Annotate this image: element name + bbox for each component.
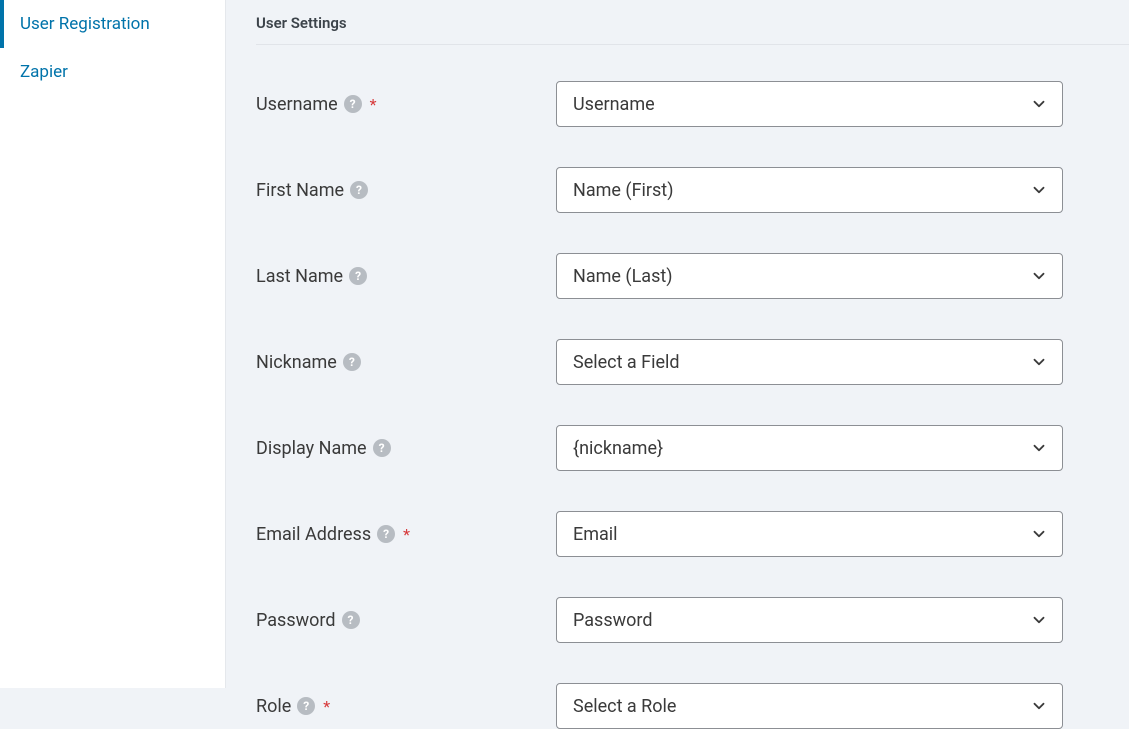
sidebar: User Registration Zapier <box>0 0 226 688</box>
sidebar-item-label: Zapier <box>20 62 68 82</box>
select-display-name[interactable]: {nickname} <box>556 425 1063 471</box>
select-password[interactable]: Password <box>556 597 1063 643</box>
required-marker: * <box>323 697 330 716</box>
row-password: Password ? Password <box>256 597 1063 643</box>
label-text: Nickname <box>256 352 337 373</box>
chevron-down-icon <box>1030 525 1048 543</box>
chevron-down-icon <box>1030 439 1048 457</box>
row-last-name: Last Name ? Name (Last) <box>256 253 1063 299</box>
select-value: {nickname} <box>573 438 663 459</box>
row-first-name: First Name ? Name (First) <box>256 167 1063 213</box>
select-last-name[interactable]: Name (Last) <box>556 253 1063 299</box>
chevron-down-icon <box>1030 181 1048 199</box>
select-value: Email <box>573 524 618 545</box>
required-marker: * <box>370 95 377 114</box>
select-role[interactable]: Select a Role <box>556 683 1063 729</box>
select-username[interactable]: Username <box>556 81 1063 127</box>
help-icon[interactable]: ? <box>373 439 391 457</box>
sidebar-item-user-registration[interactable]: User Registration <box>0 0 225 48</box>
label-text: Password <box>256 610 336 631</box>
label-nickname: Nickname ? <box>256 352 556 373</box>
label-text: Username <box>256 94 338 115</box>
chevron-down-icon <box>1030 353 1048 371</box>
chevron-down-icon <box>1030 95 1048 113</box>
help-icon[interactable]: ? <box>343 353 361 371</box>
select-value: Select a Field <box>573 352 680 373</box>
row-email: Email Address ? * Email <box>256 511 1063 557</box>
help-icon[interactable]: ? <box>342 611 360 629</box>
select-value: Password <box>573 610 653 631</box>
help-icon[interactable]: ? <box>350 181 368 199</box>
sidebar-item-label: User Registration <box>20 14 150 34</box>
chevron-down-icon <box>1030 697 1048 715</box>
main-content: User Settings Username ? * Username <box>226 0 1129 688</box>
select-nickname[interactable]: Select a Field <box>556 339 1063 385</box>
label-text: Role <box>256 696 291 717</box>
help-icon[interactable]: ? <box>377 525 395 543</box>
sidebar-item-zapier[interactable]: Zapier <box>0 48 225 96</box>
label-first-name: First Name ? <box>256 180 556 201</box>
required-marker: * <box>403 525 410 544</box>
select-value: Select a Role <box>573 696 676 717</box>
row-username: Username ? * Username <box>256 81 1063 127</box>
select-email[interactable]: Email <box>556 511 1063 557</box>
label-display-name: Display Name ? <box>256 438 556 459</box>
select-value: Name (First) <box>573 180 673 201</box>
label-text: Email Address <box>256 524 371 545</box>
chevron-down-icon <box>1030 611 1048 629</box>
select-first-name[interactable]: Name (First) <box>556 167 1063 213</box>
label-email: Email Address ? * <box>256 524 556 545</box>
help-icon[interactable]: ? <box>349 267 367 285</box>
label-text: Last Name <box>256 266 343 287</box>
select-value: Name (Last) <box>573 266 673 287</box>
section-title: User Settings <box>256 4 1129 45</box>
label-last-name: Last Name ? <box>256 266 556 287</box>
row-display-name: Display Name ? {nickname} <box>256 425 1063 471</box>
row-role: Role ? * Select a Role <box>256 683 1063 729</box>
label-text: First Name <box>256 180 344 201</box>
help-icon[interactable]: ? <box>344 95 362 113</box>
label-text: Display Name <box>256 438 367 459</box>
chevron-down-icon <box>1030 267 1048 285</box>
form: Username ? * Username First Name ? <box>256 81 1129 729</box>
label-password: Password ? <box>256 610 556 631</box>
row-nickname: Nickname ? Select a Field <box>256 339 1063 385</box>
help-icon[interactable]: ? <box>297 697 315 715</box>
select-value: Username <box>573 94 655 115</box>
label-username: Username ? * <box>256 94 556 115</box>
label-role: Role ? * <box>256 696 556 717</box>
